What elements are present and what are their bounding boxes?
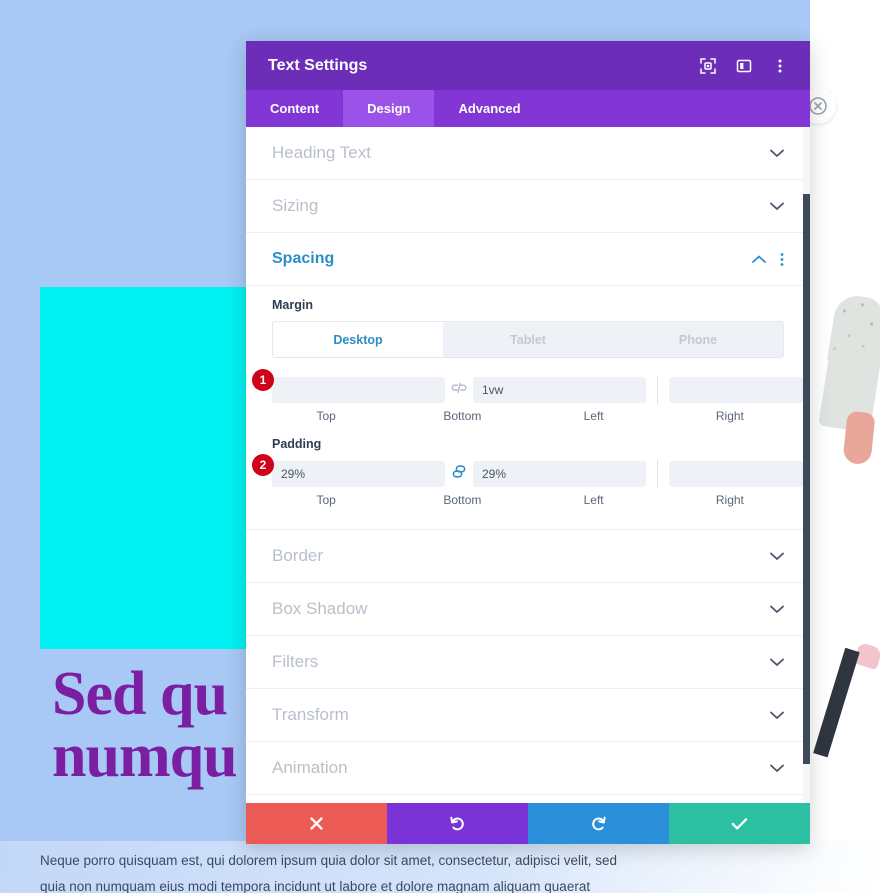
focus-target-button[interactable]	[698, 56, 718, 76]
section-animation[interactable]: Animation	[246, 742, 810, 795]
padding-top-bottom-link-button[interactable]	[445, 465, 473, 483]
tab-design[interactable]: Design	[343, 90, 435, 127]
close-x-icon	[309, 816, 324, 831]
margin-divider	[657, 376, 658, 404]
device-tablet-button[interactable]: Tablet	[443, 322, 613, 357]
device-phone-button[interactable]: Phone	[613, 322, 783, 357]
text-settings-modal: Text Settings Content Design Advanced He…	[246, 41, 810, 844]
margin-top-label: Top	[316, 409, 336, 423]
modal-tab-bar: Content Design Advanced	[246, 90, 810, 127]
hero-paragraph: Neque porro quisquam est, qui dolorem ip…	[40, 853, 618, 893]
section-animation-label: Animation	[272, 758, 348, 777]
redo-arrow-icon	[590, 815, 607, 832]
margin-field-labels: Top Bottom Left Right	[272, 409, 784, 423]
chevron-down-icon	[770, 658, 784, 667]
chain-linked-icon	[451, 465, 467, 483]
padding-left-input[interactable]	[669, 461, 810, 487]
modal-footer	[246, 803, 810, 844]
layout-panel-icon	[736, 58, 752, 74]
margin-label: Margin	[272, 298, 313, 312]
annotation-badge-1: 1	[252, 369, 274, 391]
margin-bottom-input[interactable]	[473, 377, 646, 403]
section-filters[interactable]: Filters	[246, 636, 810, 689]
tab-advanced[interactable]: Advanced	[434, 90, 544, 127]
section-heading-text[interactable]: Heading Text	[246, 127, 810, 180]
section-spacing[interactable]: Spacing	[246, 233, 810, 286]
focus-target-icon	[700, 57, 716, 74]
margin-top-bottom-link-button[interactable]	[445, 381, 473, 399]
padding-fields-row	[272, 460, 810, 488]
undo-button[interactable]	[387, 803, 528, 844]
layout-panel-button[interactable]	[734, 56, 754, 76]
chevron-down-icon	[770, 202, 784, 211]
close-circle-icon	[809, 97, 827, 115]
padding-right-label: Right	[715, 493, 744, 507]
section-transform[interactable]: Transform	[246, 689, 810, 742]
chevron-down-icon	[770, 149, 784, 158]
padding-left-label: Left	[583, 493, 604, 507]
margin-device-toggle: Desktop Tablet Phone	[272, 321, 784, 358]
section-box-shadow-label: Box Shadow	[272, 599, 368, 618]
padding-label: Padding	[272, 437, 322, 451]
section-spacing-kebab-icon[interactable]	[780, 252, 784, 267]
padding-top-label: Top	[316, 493, 336, 507]
kebab-menu-button[interactable]	[770, 56, 790, 76]
section-spacing-label: Spacing	[272, 250, 335, 267]
annotation-badge-2: 2	[252, 454, 274, 476]
screenshot-root: Sed qu numqu Neque porro quisquam est, qu…	[0, 0, 880, 893]
device-desktop-button[interactable]: Desktop	[273, 322, 443, 357]
margin-left-right-pair	[669, 377, 810, 403]
redo-button[interactable]	[528, 803, 669, 844]
cancel-button[interactable]	[246, 803, 387, 844]
chevron-up-icon	[752, 255, 766, 264]
padding-divider	[657, 460, 658, 488]
margin-left-input[interactable]	[669, 377, 810, 403]
section-border-label: Border	[272, 546, 324, 565]
modal-body: Heading Text Sizing Spacing Margin Deskt…	[246, 127, 810, 803]
margin-right-label: Right	[715, 409, 744, 423]
margin-bottom-label: Bottom	[443, 409, 482, 423]
padding-top-bottom-pair	[272, 461, 646, 487]
modal-scrollbar-track[interactable]	[803, 127, 810, 803]
margin-top-input[interactable]	[272, 377, 445, 403]
section-filters-label: Filters	[272, 652, 319, 671]
padding-bottom-input[interactable]	[473, 461, 646, 487]
tab-content[interactable]: Content	[246, 90, 343, 127]
chevron-down-icon	[770, 711, 784, 720]
chevron-down-icon	[770, 605, 784, 614]
hero-heading-line-1: Sed qu	[52, 660, 228, 728]
section-sizing-label: Sizing	[272, 196, 319, 215]
modal-header: Text Settings	[246, 41, 810, 90]
section-transform-label: Transform	[272, 705, 349, 724]
chevron-down-icon	[770, 764, 784, 773]
margin-fields-row	[272, 376, 810, 404]
padding-bottom-label: Bottom	[443, 493, 482, 507]
section-box-shadow[interactable]: Box Shadow	[246, 583, 810, 636]
checkmark-icon	[731, 817, 748, 831]
hero-heading-line-2: numqu	[52, 722, 238, 790]
section-sizing[interactable]: Sizing	[246, 180, 810, 233]
chevron-down-icon	[770, 552, 784, 561]
padding-field-labels: Top Bottom Left Right	[272, 493, 784, 507]
undo-arrow-icon	[449, 815, 466, 832]
modal-title: Text Settings	[268, 56, 368, 74]
section-heading-text-label: Heading Text	[272, 143, 371, 162]
modal-header-actions	[698, 56, 790, 76]
save-button[interactable]	[669, 803, 810, 844]
chain-unlinked-icon	[451, 381, 467, 399]
spacing-panel: Margin Desktop Tablet Phone 1vw Top Bott…	[246, 286, 810, 530]
modal-scrollbar-thumb[interactable]	[803, 194, 810, 764]
kebab-menu-icon	[778, 58, 782, 74]
section-border[interactable]: Border	[246, 530, 810, 583]
padding-left-right-pair	[669, 461, 810, 487]
margin-left-label: Left	[583, 409, 604, 423]
margin-top-bottom-pair	[272, 377, 646, 403]
padding-top-input[interactable]	[272, 461, 445, 487]
